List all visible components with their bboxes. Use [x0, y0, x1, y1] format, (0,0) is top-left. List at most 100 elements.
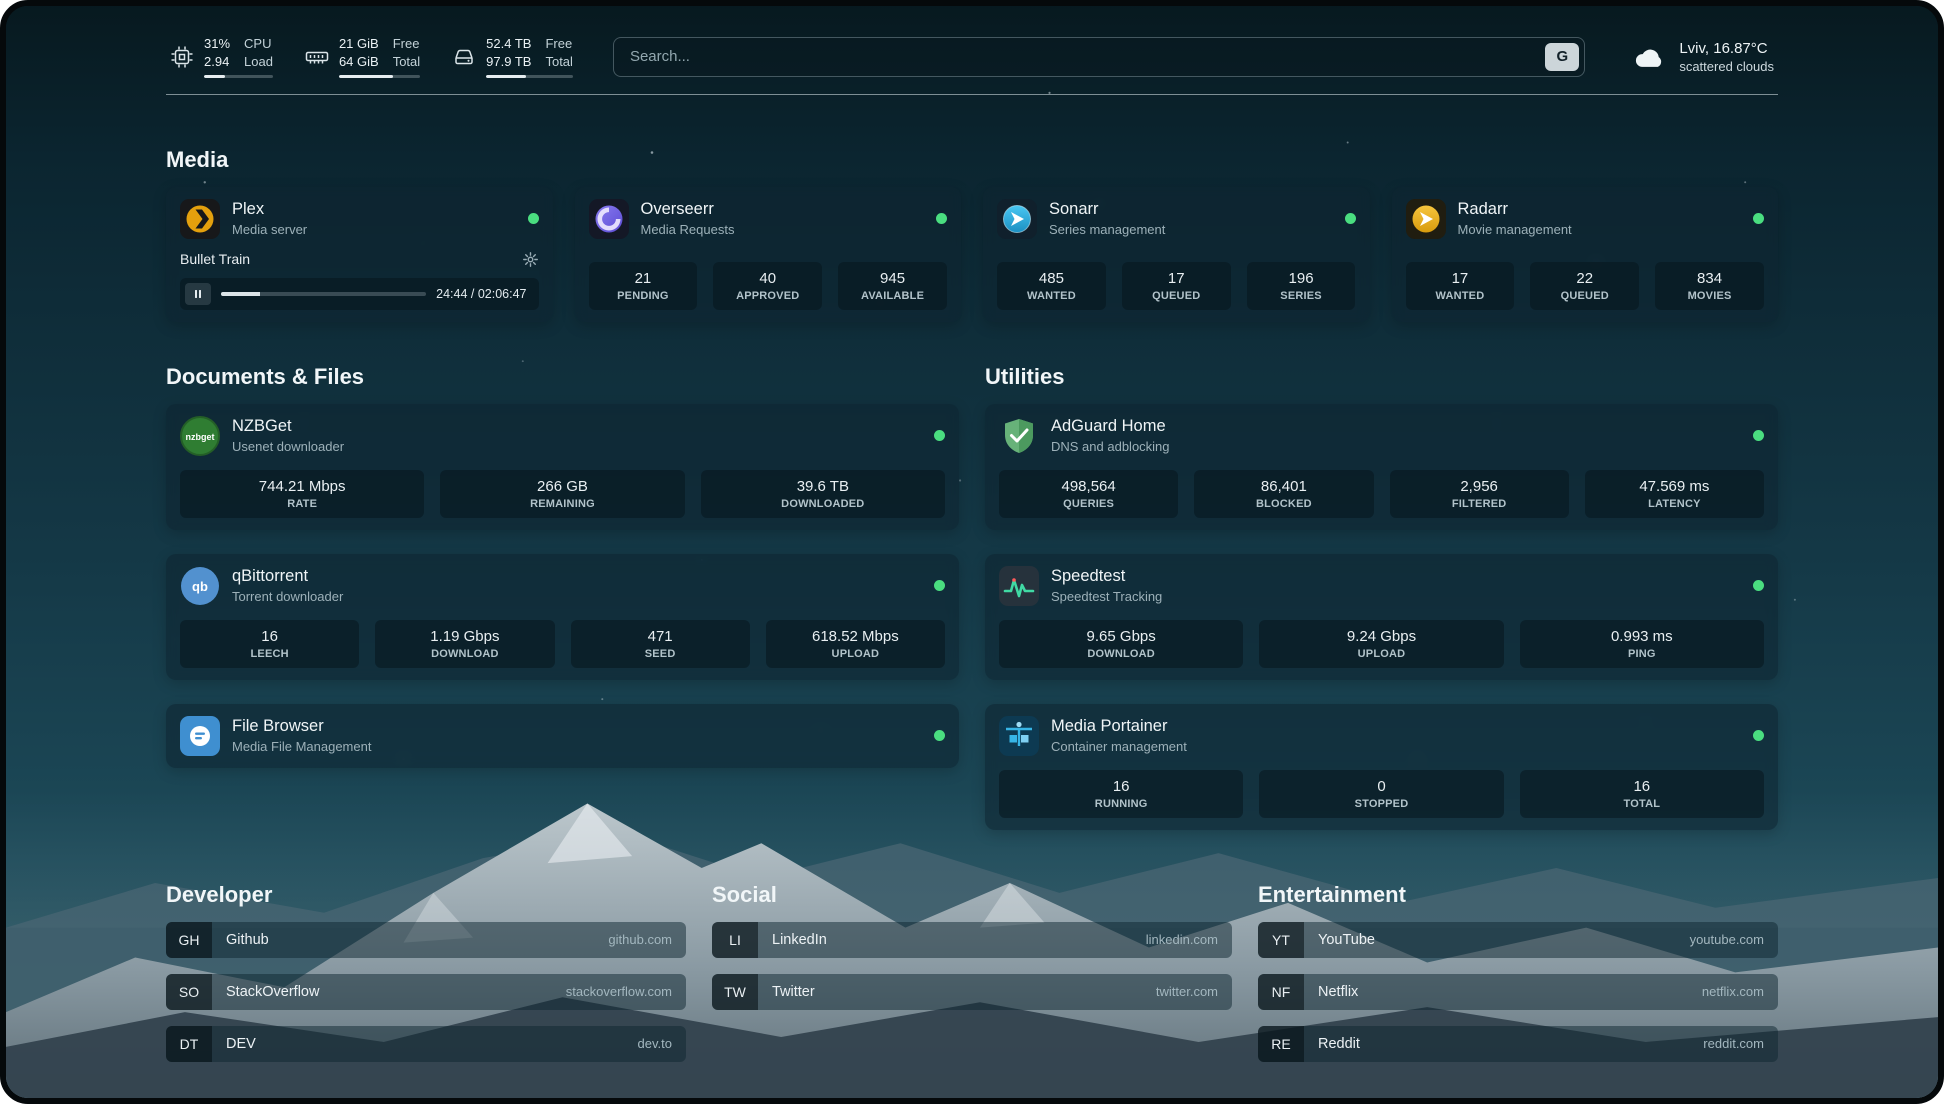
service-card-radarr: RadarrMovie management17WANTED22QUEUED83… [1392, 187, 1779, 322]
bookmark-github[interactable]: GHGithubgithub.com [166, 922, 686, 958]
settings-gear-icon[interactable] [522, 251, 539, 268]
bookmark-reddit[interactable]: RERedditreddit.com [1258, 1026, 1778, 1062]
stat-value: 945 [842, 270, 943, 287]
bookmark-abbr: RE [1258, 1026, 1304, 1062]
bookmark-label: YouTube [1318, 932, 1375, 948]
service-header: RadarrMovie management [1406, 199, 1765, 239]
stat-label: REMAINING [444, 498, 680, 510]
stat-stopped: 0STOPPED [1259, 770, 1503, 818]
stat-label: RATE [184, 498, 420, 510]
search-provider-button[interactable]: G [1545, 43, 1579, 71]
stat-value: 21 [593, 270, 694, 287]
stat-value: 39.6 TB [705, 478, 941, 495]
stat-pending: 21PENDING [589, 262, 698, 310]
radarr-icon[interactable] [1406, 199, 1446, 239]
plex-icon[interactable] [180, 199, 220, 239]
sonarr-icon[interactable] [997, 199, 1037, 239]
service-stats: 21PENDING40APPROVED945AVAILABLE [589, 262, 948, 310]
stat-label: SERIES [1251, 290, 1352, 302]
service-card-speedtest: SpeedtestSpeedtest Tracking9.65 GbpsDOWN… [985, 554, 1778, 680]
topbar: 31%CPU2.94Load21 GiBFree64 GiBTotal52.4 … [166, 6, 1778, 95]
stat-ping: 0.993 msPING [1520, 620, 1764, 668]
service-description: Media Requests [641, 222, 735, 237]
pause-button[interactable] [185, 283, 211, 305]
status-dot [1753, 430, 1764, 441]
stat-value: 498,564 [1003, 478, 1174, 495]
resource-readout: 31%CPU2.94Load [204, 36, 273, 78]
stat-value: 17 [1126, 270, 1227, 287]
stat-value: 471 [575, 628, 746, 645]
service-meta: PlexMedia server [232, 200, 307, 237]
middle-sections: Documents & Files nzbgetNZBGetUsenet dow… [166, 364, 1778, 830]
bookmark-linkedin[interactable]: LILinkedInlinkedin.com [712, 922, 1232, 958]
service-stats: 498,564QUERIES86,401BLOCKED2,956FILTERED… [999, 470, 1764, 518]
stat-queued: 17 QUEUED [1122, 262, 1231, 310]
stat-label: LEECH [184, 648, 355, 660]
speedtest-icon[interactable] [999, 566, 1039, 606]
stat-label: STOPPED [1263, 798, 1499, 810]
qbittorrent-icon[interactable]: qb [180, 566, 220, 606]
stat-label: LATENCY [1589, 498, 1760, 510]
stat-value: 9.65 Gbps [1003, 628, 1239, 645]
bookmark-youtube[interactable]: YTYouTubeyoutube.com [1258, 922, 1778, 958]
service-name: File Browser [232, 717, 371, 736]
status-dot [1753, 730, 1764, 741]
bookmark-twitter[interactable]: TWTwittertwitter.com [712, 974, 1232, 1010]
stat-value: 22 [1534, 270, 1635, 287]
bookmark-stackoverflow[interactable]: SOStackOverflowstackoverflow.com [166, 974, 686, 1010]
section-title-media: Media [166, 147, 1778, 173]
stat-remaining: 266 GBREMAINING [440, 470, 684, 518]
now-playing-row: Bullet Train [180, 251, 539, 268]
adguard-icon[interactable] [999, 416, 1039, 456]
resource-readout: 52.4 TBFree97.9 TBTotal [486, 36, 573, 78]
filebrowser-icon[interactable] [180, 716, 220, 756]
service-meta: OverseerrMedia Requests [641, 200, 735, 237]
bookmark-dev[interactable]: DTDEVdev.to [166, 1026, 686, 1062]
stat-movies: 834MOVIES [1655, 262, 1764, 310]
playback-progress-bar[interactable] [221, 292, 426, 296]
stat-running: 16RUNNING [999, 770, 1243, 818]
nzbget-icon[interactable]: nzbget [180, 416, 220, 456]
bookmark-label: Twitter [772, 984, 815, 1000]
overseerr-icon[interactable] [589, 199, 629, 239]
stat-blocked: 86,401BLOCKED [1194, 470, 1373, 518]
stat-label: QUEUED [1126, 290, 1227, 302]
dashboard-window: 31%CPU2.94Load21 GiBFree64 GiBTotal52.4 … [0, 0, 1944, 1104]
playback-progress-fill [221, 292, 260, 296]
bookmark-label: DEV [226, 1036, 256, 1052]
player-controls: 24:44 / 02:06:47 [180, 278, 539, 310]
service-name: NZBGet [232, 417, 344, 436]
playback-time: 24:44 / 02:06:47 [436, 287, 526, 301]
bookmark-url: linkedin.com [1146, 932, 1218, 947]
service-description: Movie management [1458, 222, 1572, 237]
resource-label: Free [393, 36, 420, 53]
section-documents: Documents & Files nzbgetNZBGetUsenet dow… [166, 364, 959, 830]
search-input[interactable] [628, 47, 1545, 66]
service-description: Usenet downloader [232, 439, 344, 454]
weather-widget[interactable]: Lviv, 16.87°C scattered clouds [1633, 40, 1774, 74]
stat-label: AVAILABLE [842, 290, 943, 302]
service-card-qbittorrent: qbqBittorrentTorrent downloader16LEECH1.… [166, 554, 959, 680]
stat-label: RUNNING [1003, 798, 1239, 810]
stat-value: 744.21 Mbps [184, 478, 420, 495]
resource-value: 31% [204, 36, 230, 53]
stat-value: 1.19 Gbps [379, 628, 550, 645]
documents-cards: nzbget NZBGet Usenet downloader 744.21 Mbps… [166, 404, 959, 768]
status-dot [528, 213, 539, 224]
stat-latency: 47.569 msLATENCY [1585, 470, 1764, 518]
service-name: Plex [232, 200, 307, 219]
portainer-icon[interactable] [999, 716, 1039, 756]
bookmark-url: netflix.com [1702, 984, 1764, 999]
bookmark-abbr: YT [1258, 922, 1304, 958]
resource-label: Total [545, 54, 572, 71]
resource-values: 52.4 TBFree97.9 TBTotal [486, 36, 573, 71]
stat-value: 17 [1410, 270, 1511, 287]
stat-label: FILTERED [1394, 498, 1565, 510]
status-dot [1753, 213, 1764, 224]
bookmark-netflix[interactable]: NFNetflixnetflix.com [1258, 974, 1778, 1010]
stat-label: WANTED [1410, 290, 1511, 302]
bookmark-group-social: SocialLILinkedInlinkedin.comTWTwittertwi… [712, 882, 1232, 1078]
resource-usage-bar [204, 75, 273, 78]
stat-value: 618.52 Mbps [770, 628, 941, 645]
resource-value: 2.94 [204, 54, 230, 71]
